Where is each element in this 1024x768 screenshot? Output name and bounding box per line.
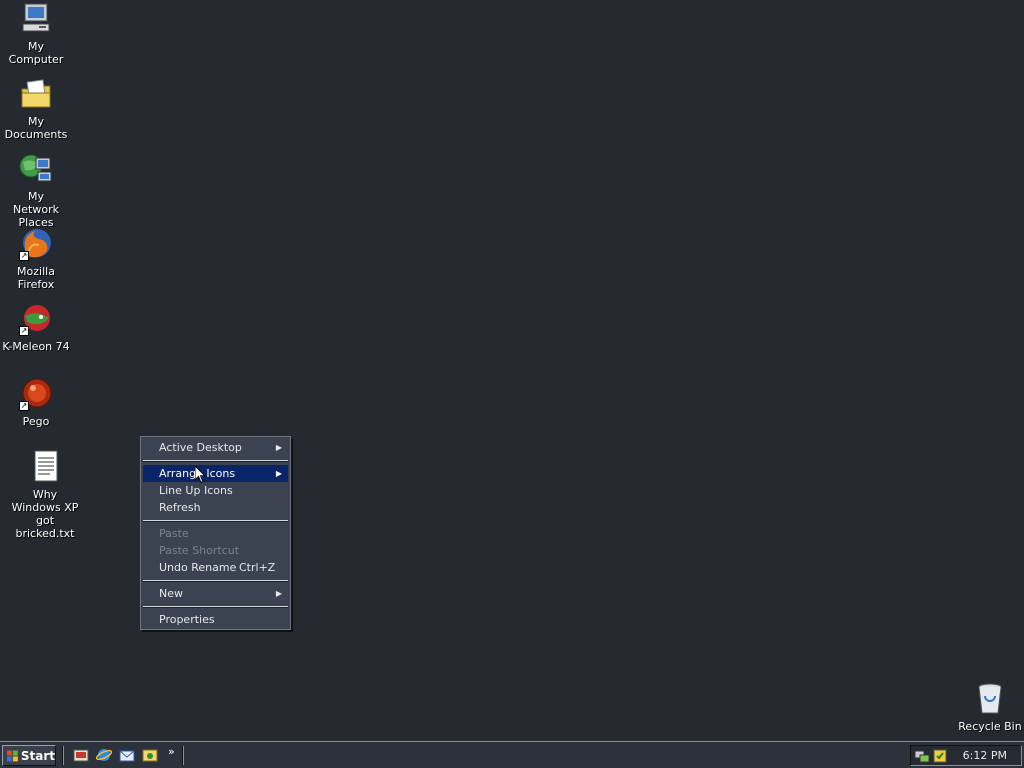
menu-item-label: Line Up Icons: [159, 484, 233, 497]
shortcut-arrow-icon: ↗: [19, 401, 29, 411]
show-desktop-icon[interactable]: [73, 747, 89, 763]
desktop-icon-label: My Documents: [4, 115, 68, 141]
my-documents-icon: [19, 77, 53, 111]
desktop-icon-my-computer[interactable]: My Computer: [2, 2, 70, 66]
system-tray: 6:12 PM: [910, 745, 1022, 766]
network-tray-icon[interactable]: [914, 748, 930, 764]
desktop-icon-label: K-Meleon 74: [2, 340, 70, 353]
menu-item-label: Paste Shortcut: [159, 544, 240, 557]
desktop-icon-label: My Network Places: [13, 190, 59, 229]
desktop-icon-my-documents[interactable]: My Documents: [0, 77, 72, 141]
desktop-icon-label: Pego: [22, 415, 50, 428]
recycle-bin-icon: [973, 682, 1007, 716]
internet-explorer-icon[interactable]: [96, 747, 112, 763]
desktop-icon-label: My Computer: [8, 40, 64, 66]
k-meleon-icon: ↗: [19, 302, 53, 336]
desktop-icon-pego[interactable]: ↗ Pego: [2, 377, 70, 428]
menu-item-label: Undo Rename: [159, 561, 237, 574]
menu-separator: [143, 460, 288, 462]
desktop-icon-text-file[interactable]: Why Windows XP got bricked.txt: [6, 450, 84, 540]
submenu-arrow-icon: ▶: [275, 443, 282, 452]
menu-item-undo-rename[interactable]: Undo Rename Ctrl+Z: [143, 559, 288, 576]
desktop-icon-recycle-bin[interactable]: Recycle Bin: [958, 682, 1022, 733]
desktop-icon-label: Why Windows XP got bricked.txt: [11, 488, 79, 540]
menu-item-label: Properties: [159, 613, 215, 626]
desktop-icon-label: Recycle Bin: [958, 720, 1022, 733]
menu-item-active-desktop[interactable]: Active Desktop ▶: [143, 439, 288, 456]
menu-separator: [143, 520, 288, 522]
menu-item-arrange-icons[interactable]: Arrange Icons ▶: [143, 465, 288, 482]
firefox-icon: ↗: [19, 227, 53, 261]
menu-item-paste-shortcut[interactable]: Paste Shortcut: [143, 542, 288, 559]
windows-logo-icon: [7, 750, 18, 761]
taskbar: Start » 6:12 PM: [0, 741, 1024, 768]
menu-separator: [143, 606, 288, 608]
quick-launch-more-button[interactable]: »: [168, 745, 175, 758]
menu-item-line-up-icons[interactable]: Line Up Icons: [143, 482, 288, 499]
network-places-icon: [19, 152, 53, 186]
start-button[interactable]: Start: [2, 745, 56, 766]
menu-item-label: New: [159, 587, 183, 600]
outlook-express-icon[interactable]: [119, 747, 135, 763]
desktop-icon-label: Mozilla Firefox: [17, 265, 55, 291]
desktop-icon-k-meleon[interactable]: ↗ K-Meleon 74: [2, 302, 70, 353]
submenu-arrow-icon: ▶: [275, 469, 282, 478]
menu-item-new[interactable]: New ▶: [143, 585, 288, 602]
shortcut-arrow-icon: ↗: [19, 326, 29, 336]
desktop-icon-firefox[interactable]: ↗ Mozilla Firefox: [0, 227, 72, 291]
text-file-icon: [28, 450, 62, 484]
menu-item-label: Refresh: [159, 501, 201, 514]
submenu-arrow-icon: ▶: [275, 589, 282, 598]
menu-item-properties[interactable]: Properties: [143, 611, 288, 628]
menu-item-paste[interactable]: Paste: [143, 525, 288, 542]
desktop-icon-network-places[interactable]: My Network Places: [2, 152, 70, 229]
start-label: Start: [20, 748, 55, 763]
taskbar-separator: [182, 746, 184, 765]
menu-item-refresh[interactable]: Refresh: [143, 499, 288, 516]
menu-separator: [143, 580, 288, 582]
desktop-context-menu: Active Desktop ▶ Arrange Icons ▶ Line Up…: [140, 436, 291, 630]
shortcut-arrow-icon: ↗: [19, 251, 29, 261]
taskbar-separator: [62, 746, 64, 765]
menu-item-label: Active Desktop: [159, 441, 242, 454]
menu-item-label: Paste: [159, 527, 189, 540]
pego-icon: ↗: [19, 377, 53, 411]
menu-item-shortcut: Ctrl+Z: [239, 561, 276, 574]
taskbar-clock[interactable]: 6:12 PM: [963, 749, 1007, 762]
mouse-cursor-icon: [195, 466, 207, 484]
my-computer-icon: [19, 2, 53, 36]
media-icon[interactable]: [142, 747, 158, 763]
shield-tray-icon[interactable]: [932, 748, 948, 764]
